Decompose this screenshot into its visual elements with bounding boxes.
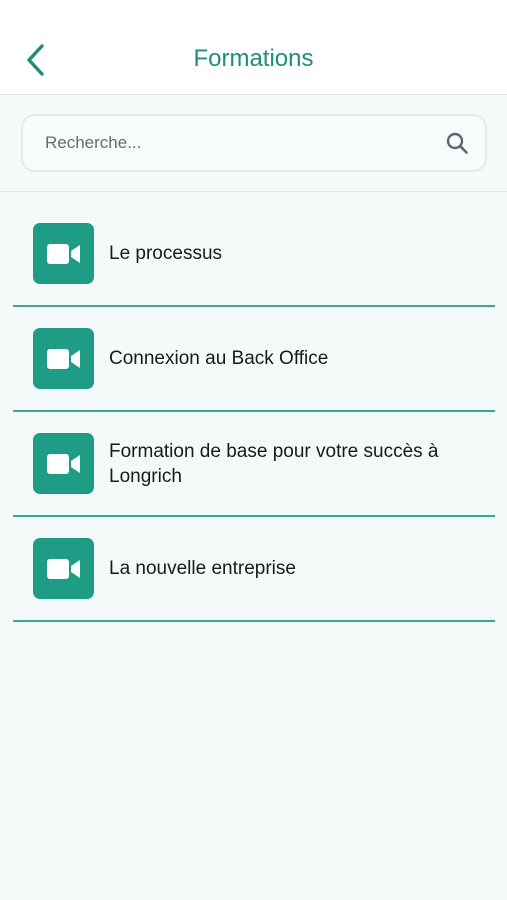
list-item-label: Connexion au Back Office <box>109 348 329 369</box>
list-item[interactable]: Formation de base pour votre succès à Lo… <box>13 412 495 517</box>
app-header: Formations <box>0 0 507 95</box>
search-box[interactable] <box>21 114 487 172</box>
video-camera-icon <box>33 223 94 284</box>
video-camera-icon <box>33 538 94 599</box>
list-item-label: Formation de base pour votre succès à Lo… <box>109 440 439 487</box>
video-camera-icon <box>33 328 94 389</box>
page-title: Formations <box>193 45 314 72</box>
search-icon[interactable] <box>443 129 471 157</box>
list-item[interactable]: La nouvelle entreprise <box>13 517 495 622</box>
list-item-label: Le processus <box>109 243 223 264</box>
video-camera-icon <box>33 433 94 494</box>
formations-list: Le processus Connexion au Back Office Fo… <box>13 202 495 622</box>
search-section <box>0 95 507 192</box>
list-item[interactable]: Connexion au Back Office <box>13 307 495 412</box>
search-input[interactable] <box>23 133 443 153</box>
list-item-label: La nouvelle entreprise <box>109 558 296 579</box>
list-item[interactable]: Le processus <box>13 202 495 307</box>
